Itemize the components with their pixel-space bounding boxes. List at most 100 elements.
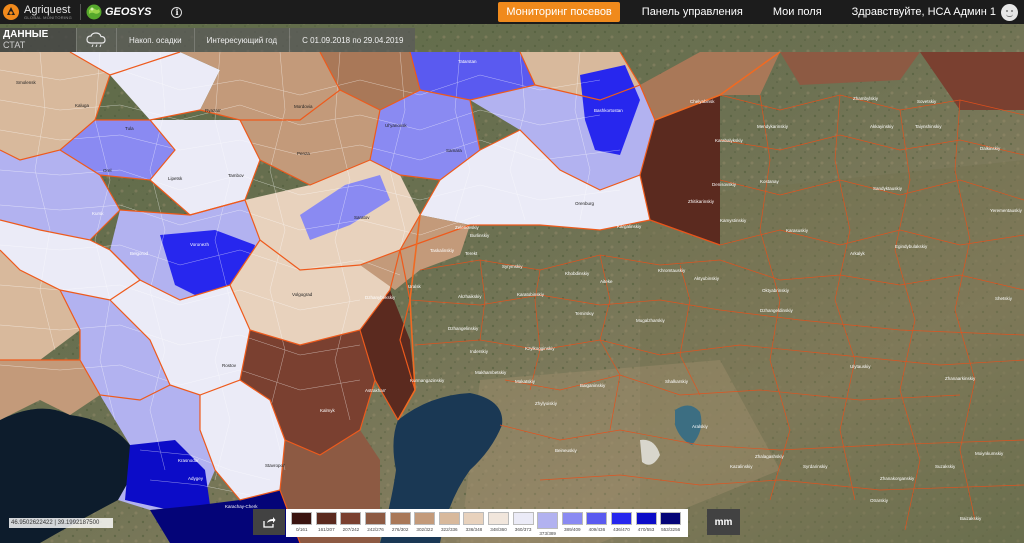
- legend-bin[interactable]: 470/553: [634, 512, 658, 532]
- place-label: Kargalinskiy: [617, 224, 642, 229]
- place-label: Tatarstan: [458, 59, 477, 64]
- legend-bin[interactable]: 389/409: [561, 512, 585, 532]
- legend-bin[interactable]: 409/436: [585, 512, 609, 532]
- avatar[interactable]: [1001, 3, 1018, 21]
- place-label: Zelenovskiy: [455, 225, 480, 230]
- place-label: Rostov: [222, 363, 237, 368]
- legend-label: 409/436: [588, 527, 606, 532]
- user-menu[interactable]: Здравствуйте, HCA Админ 1: [852, 3, 1024, 21]
- legend-bin[interactable]: 302/322: [413, 512, 437, 532]
- place-label: Mugalzharskiy: [636, 318, 666, 323]
- panel-subtitle: СТАТ: [3, 40, 26, 50]
- unit-toggle-button[interactable]: mm: [707, 509, 740, 535]
- nav-my-fields[interactable]: Мои поля: [765, 2, 830, 22]
- place-label: Taskalinskiy: [430, 248, 455, 253]
- place-label: Zhanakorganskiy: [880, 476, 915, 481]
- place-label: Tambov: [228, 173, 245, 178]
- avatar-smile-icon: [1006, 14, 1013, 17]
- place-label: Khromtauskiy: [658, 268, 686, 273]
- logo-text: Agriquest: [24, 3, 71, 16]
- legend-bin[interactable]: 360/373: [511, 512, 535, 532]
- place-label: Akzhaikskiy: [458, 294, 482, 299]
- legend-label: 322/336: [441, 527, 458, 532]
- place-label: Mendykarinskiy: [757, 124, 789, 129]
- legend-bin[interactable]: 348/360: [487, 512, 511, 532]
- place-label: Ulytauskiy: [850, 364, 871, 369]
- place-label: Ryazan': [205, 108, 221, 113]
- place-label: Tula: [125, 126, 134, 131]
- cursor-coordinates: 46.9502622422 | 39.1992187500: [9, 518, 113, 528]
- place-label: Karasuskiy: [786, 228, 809, 233]
- place-label: Aralskiy: [692, 424, 709, 429]
- weather-cell[interactable]: [76, 28, 116, 52]
- top-bar: Agriquest GLOBAL MONITORING GEOSYS i Мон…: [0, 0, 1024, 24]
- place-label: Arkalyk: [850, 251, 866, 256]
- place-label: Ul'yanovsk: [385, 123, 407, 128]
- place-label: Karabalykskiy: [715, 138, 744, 143]
- legend-bin[interactable]: 276/302: [388, 512, 412, 532]
- legend-swatch: [488, 512, 509, 525]
- legend-bin[interactable]: 0/161: [290, 512, 314, 532]
- place-label: Oktyabrinskiy: [762, 288, 790, 293]
- legend-swatch: [340, 512, 362, 525]
- agriquest-logo-icon: [3, 4, 19, 20]
- legend-swatch: [365, 512, 387, 525]
- place-label: Moiynkumskiy: [975, 451, 1004, 456]
- legend-bin[interactable]: 373/389: [536, 512, 560, 536]
- place-label: Kzylkogginskiy: [525, 346, 555, 351]
- legend-bin[interactable]: 161/207: [315, 512, 339, 532]
- place-label: Kalmyk: [320, 408, 336, 413]
- place-label: Sovetskiy: [917, 99, 937, 104]
- share-button[interactable]: [253, 509, 285, 535]
- date-range-selector[interactable]: С 01.09.2018 по 29.04.2019: [289, 28, 416, 52]
- place-label: Karatobinskiy: [517, 292, 545, 297]
- dataset-selector[interactable]: Накоп. осадки: [116, 28, 194, 52]
- legend-label: 553/3256: [661, 527, 681, 532]
- place-label: Stavropol': [265, 463, 285, 468]
- legend-label: 470/553: [637, 527, 655, 532]
- legend-swatch: [561, 512, 583, 525]
- place-label: Volgograd: [292, 292, 313, 297]
- place-label: Khobdinskiy: [565, 271, 590, 276]
- place-label: Terekt: [465, 251, 478, 256]
- place-label: Krasnodar: [178, 458, 199, 463]
- place-label: Baizakskiy: [960, 516, 982, 521]
- legend-bin[interactable]: 336/348: [462, 512, 486, 532]
- legend-swatch: [389, 512, 411, 525]
- place-label: Kurmangazinskiy: [410, 378, 445, 383]
- legend-swatch: [660, 512, 682, 525]
- legend-label: 0/161: [296, 527, 308, 532]
- legend-label: 161/207: [318, 527, 335, 532]
- place-label: Syrdarinskiy: [803, 464, 828, 469]
- legend-swatch: [463, 512, 485, 525]
- place-label: Aktyubinskiy: [694, 276, 720, 281]
- place-label: Bashkortostan: [594, 108, 623, 113]
- agriquest-logo[interactable]: Agriquest GLOBAL MONITORING: [0, 0, 72, 24]
- logo-subtitle: GLOBAL MONITORING: [24, 14, 72, 20]
- nav-crop-monitoring[interactable]: Мониторинг посевов: [498, 2, 620, 22]
- legend-bin[interactable]: 242/276: [364, 512, 388, 532]
- geosys-logo[interactable]: GEOSYS: [86, 4, 151, 20]
- legend-label: 207/242: [342, 527, 360, 532]
- place-label: Lipetsk: [168, 176, 183, 181]
- main-nav: Мониторинг посевов Панель управления Мои…: [494, 0, 1024, 24]
- period-type-selector[interactable]: Интересующий год: [193, 28, 290, 52]
- cloud-rain-icon: [85, 32, 106, 48]
- info-icon[interactable]: i: [171, 6, 183, 18]
- legend-bin[interactable]: 322/336: [438, 512, 462, 532]
- panel-title[interactable]: ДАННЫЕ СТАТ: [0, 28, 76, 52]
- legend-bin[interactable]: 207/242: [339, 512, 363, 532]
- legend-bin[interactable]: 436/470: [610, 512, 634, 532]
- legend-swatch: [291, 512, 313, 525]
- place-label: Baiganinskiy: [580, 383, 606, 388]
- legend-bin[interactable]: 553/3256: [659, 512, 683, 532]
- place-label: Shetskiy: [995, 296, 1013, 301]
- legend-label: 373/389: [539, 531, 556, 536]
- place-label: Beineuskiy: [555, 448, 578, 453]
- place-label: Zhanaarkinskiy: [945, 376, 976, 381]
- precipitation-map[interactable]: Smolensk Kaluga Tula Ryazan' Mordovia Ul'yano…: [0, 24, 1024, 543]
- legend-swatch: [414, 512, 436, 525]
- place-label: Orel: [103, 168, 112, 173]
- data-panel: ДАННЫЕ СТАТ Накоп. осадки Интересующий г…: [0, 28, 416, 52]
- nav-dashboard[interactable]: Панель управления: [634, 2, 751, 22]
